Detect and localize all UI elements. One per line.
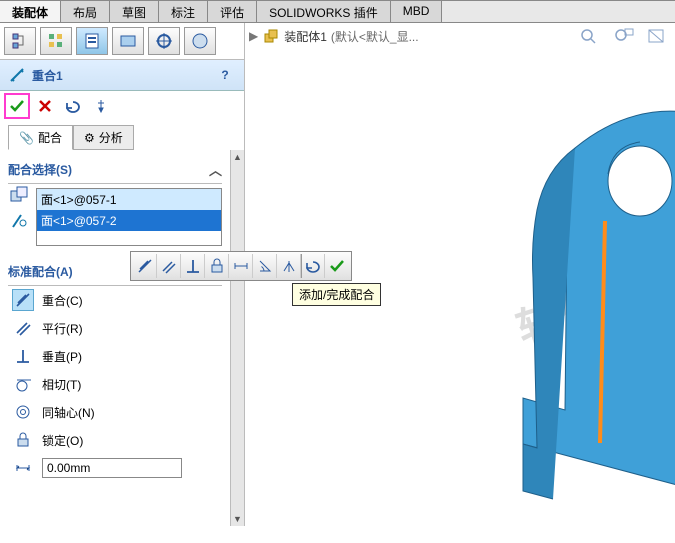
mate-alignment-icon[interactable] [8,210,30,232]
assembly-icon [262,27,280,45]
ctx-parallel-icon[interactable] [157,254,181,278]
panel-tab-feature-tree[interactable] [4,27,36,55]
subtab-mate[interactable]: 📎 配合 [8,125,73,150]
selection-item-0[interactable]: 面<1>@057-1 [37,189,221,210]
property-header: 重合1 ? [0,60,244,91]
cancel-button[interactable] [34,95,56,117]
ctx-flip-icon[interactable] [277,254,301,278]
subtab-mate-label: 配合 [38,129,62,146]
tab-sketch[interactable]: 草图 [110,1,159,22]
mate-label: 同轴心(N) [42,404,218,421]
standard-mates-heading: 标准配合(A) [8,263,73,280]
mate-distance[interactable]: 0.00mm [8,454,222,482]
mate-label: 相切(T) [42,376,218,393]
tooltip: 添加/完成配合 [292,283,381,306]
property-title: 重合1 [32,67,208,84]
mate-lock[interactable]: 锁定(O) [8,426,222,454]
distance-icon [12,457,34,479]
panel-tab-bar [0,23,244,60]
tangent-icon [12,373,34,395]
zoom-window-icon[interactable] [613,27,635,45]
mate-tangent[interactable]: 相切(T) [8,370,222,398]
mate-selection-heading: 配合选择(S) [8,161,72,178]
clip-icon: 📎 [19,131,34,145]
mate-label: 锁定(O) [42,432,218,449]
selection-item-1[interactable]: 面<1>@057-2 [37,210,221,231]
tab-mbd[interactable]: MBD [391,1,443,22]
viewport-top-icons [579,27,667,45]
ctx-coincident-icon[interactable] [133,254,157,278]
command-manager-tabs: 装配体 布局 草图 标注 评估 SOLIDWORKS 插件 MBD [0,1,675,23]
tab-layout[interactable]: 布局 [61,1,110,22]
mate-label: 平行(R) [42,320,218,337]
chevron-right-icon[interactable]: ▶ [249,29,258,43]
breadcrumb[interactable]: ▶ 装配体1 (默认<默认_显... [249,27,419,45]
mate-subtabs: 📎 配合 ⚙ 分析 [0,121,244,150]
concentric-icon [12,401,34,423]
tab-assembly[interactable]: 装配体 [0,1,61,22]
zoom-icon[interactable] [579,27,601,45]
tab-evaluate[interactable]: 评估 [208,1,257,22]
subtab-analyze-label: 分析 [99,129,123,146]
mate-perpendicular[interactable]: 垂直(P) [8,342,222,370]
mate-selection-list[interactable]: 面<1>@057-1 面<1>@057-2 [36,188,222,246]
mate-label: 垂直(P) [42,348,218,365]
multi-mate-icon[interactable] [8,184,30,206]
ctx-undo-icon[interactable] [301,254,325,278]
distance-value[interactable]: 0.00mm [42,458,182,478]
selection-empty [37,231,221,245]
panel-tab-configurations[interactable] [40,27,72,55]
property-commands [0,91,244,121]
undo-button[interactable] [62,95,84,117]
breadcrumb-state: (默认<默认_显... [331,28,419,45]
tab-annotate[interactable]: 标注 [159,1,208,22]
mate-coincident[interactable]: 重合(C) [8,286,222,314]
panel-tab-property-manager[interactable] [76,27,108,55]
mate-concentric[interactable]: 同轴心(N) [8,398,222,426]
mate-label: 重合(C) [42,292,218,309]
panel-tab-display-manager[interactable] [112,27,144,55]
subtab-analyze[interactable]: ⚙ 分析 [73,125,134,150]
ctx-angle-icon[interactable] [253,254,277,278]
parallel-icon [12,317,34,339]
ok-button[interactable] [6,95,28,117]
breadcrumb-doc[interactable]: 装配体1 [284,28,327,45]
section-view-icon[interactable] [647,27,667,45]
perpendicular-icon [12,345,34,367]
panel-tab-appearance[interactable] [148,27,180,55]
panel-tab-dimxpert[interactable] [184,27,216,55]
model-3d[interactable] [505,73,675,543]
panel-scrollbar[interactable]: ▲ ▼ [230,150,244,526]
ctx-ok-icon[interactable] [325,254,349,278]
help-icon[interactable]: ? [214,64,236,86]
coincident-icon [12,289,34,311]
lock-icon [12,429,34,451]
pin-button[interactable] [90,95,112,117]
mate-context-toolbar [130,251,352,281]
mate-parallel[interactable]: 平行(R) [8,314,222,342]
collapse-icon[interactable]: ︿ [209,160,222,179]
ctx-perpendicular-icon[interactable] [181,254,205,278]
standard-mates-section: 标准配合(A)︿ 重合(C) 平行(R) 垂直(P) 相切(T) 同轴心(N) … [0,252,230,488]
mate-selection-section: 配合选择(S) ︿ 面<1>@057-1 面<1>@057-2 [0,150,230,252]
ctx-lock-icon[interactable] [205,254,229,278]
gears-icon: ⚙ [84,131,95,145]
mate-icon [8,66,26,84]
scroll-up-icon[interactable]: ▲ [231,150,245,164]
tab-addins[interactable]: SOLIDWORKS 插件 [257,1,391,22]
ctx-distance-icon[interactable] [229,254,253,278]
scroll-down-icon[interactable]: ▼ [231,512,245,526]
